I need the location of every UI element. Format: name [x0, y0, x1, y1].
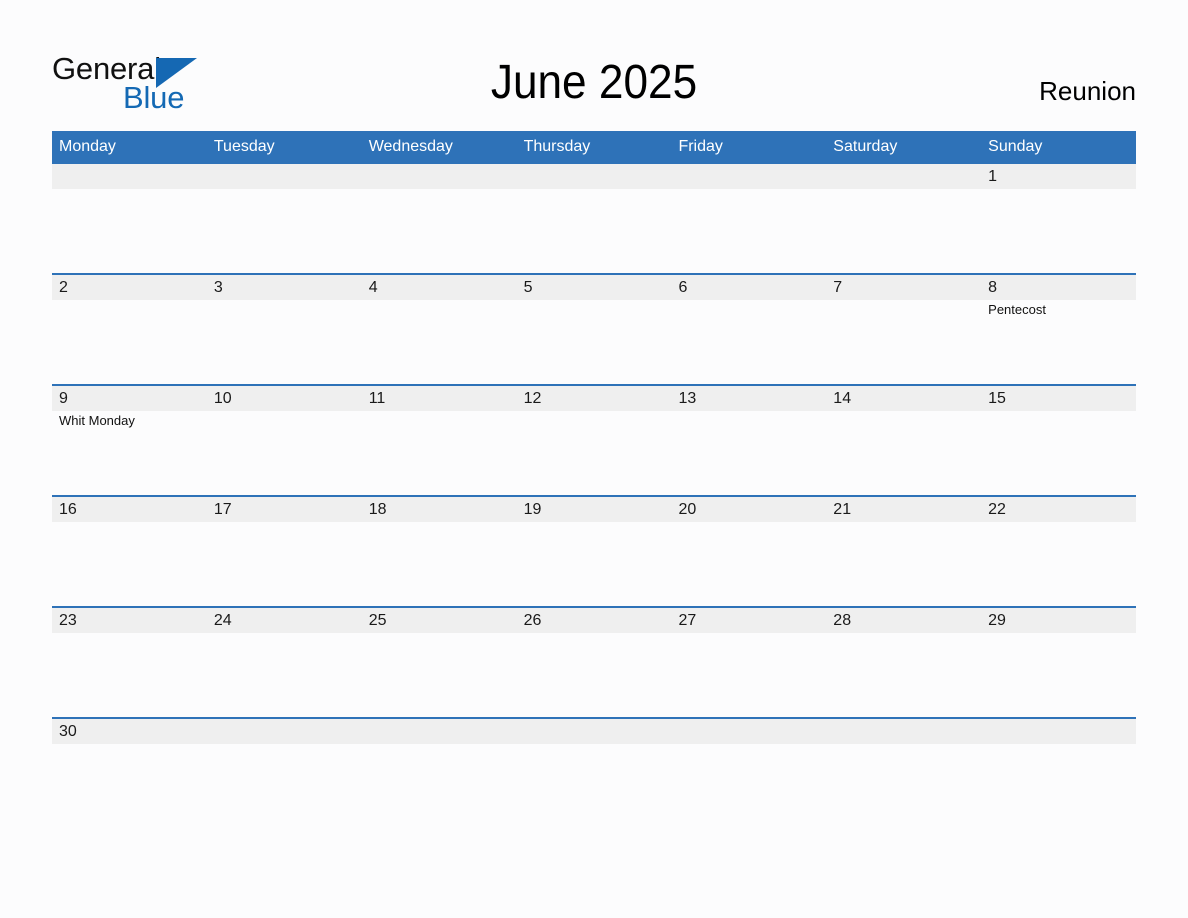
day-number: 4 — [368, 279, 378, 296]
day-number: 17 — [213, 501, 232, 518]
calendar-grid: Monday Tuesday Wednesday Thursday Friday… — [52, 131, 1136, 828]
day-event: Whit Monday — [59, 413, 135, 428]
day-number: 27 — [678, 612, 697, 629]
weekday-header-saturday: Saturday — [833, 138, 898, 155]
day-number: 8 — [988, 279, 998, 296]
day-number: 30 — [59, 723, 77, 740]
day-number: 5 — [523, 279, 533, 296]
day-cell[interactable] — [826, 719, 981, 828]
day-number: 7 — [833, 279, 843, 296]
day-cell[interactable] — [207, 719, 362, 828]
day-cell[interactable]: 26 — [517, 608, 672, 717]
week-cells: 23 24 25 26 27 28 29 — [52, 608, 1136, 717]
day-number: 13 — [678, 390, 697, 407]
day-cell[interactable]: 20 — [671, 497, 826, 606]
day-cell[interactable]: 7 — [826, 275, 981, 384]
page-title: June 2025 — [490, 56, 698, 109]
week-row: 9 Whit Monday 10 11 12 13 14 15 — [52, 384, 1136, 495]
day-cell[interactable] — [207, 164, 362, 273]
day-number: 15 — [988, 390, 1006, 407]
day-number: 12 — [523, 390, 542, 407]
day-cell[interactable]: 15 — [981, 386, 1136, 495]
weekday-header-wednesday: Wednesday — [368, 138, 453, 155]
calendar-page: General Blue June 2025 Reunion Monday Tu… — [0, 0, 1188, 918]
day-cell[interactable] — [517, 164, 672, 273]
day-cell[interactable]: 17 — [207, 497, 362, 606]
weekday-header-sunday: Sunday — [988, 138, 1043, 155]
day-cell[interactable]: 2 — [52, 275, 207, 384]
day-number: 3 — [213, 279, 223, 296]
day-cell[interactable] — [517, 719, 672, 828]
week-row: 30 — [52, 717, 1136, 828]
day-number: 20 — [678, 501, 697, 518]
day-cell[interactable]: 21 — [826, 497, 981, 606]
region-label: Reunion — [1039, 76, 1136, 106]
week-cells: 9 Whit Monday 10 11 12 13 14 15 — [52, 386, 1136, 495]
day-cell[interactable]: 12 — [517, 386, 672, 495]
day-number: 14 — [833, 390, 852, 407]
week-row: 2 3 4 5 6 7 8 Pentecost — [52, 273, 1136, 384]
day-number: 6 — [678, 279, 688, 296]
day-cell[interactable]: 10 — [207, 386, 362, 495]
weekday-header-thursday: Thursday — [523, 138, 591, 155]
week-cells: 16 17 18 19 20 21 22 — [52, 497, 1136, 606]
day-cell[interactable]: 27 — [671, 608, 826, 717]
day-cell[interactable] — [981, 719, 1136, 828]
day-cell[interactable] — [362, 164, 517, 273]
day-number: 18 — [368, 501, 387, 518]
day-number: 19 — [523, 501, 542, 518]
day-cell[interactable]: 25 — [362, 608, 517, 717]
week-cells: 30 — [52, 719, 1136, 828]
day-number: 11 — [368, 390, 386, 407]
day-cell[interactable] — [671, 719, 826, 828]
day-cell[interactable]: 22 — [981, 497, 1136, 606]
day-cell[interactable]: 14 — [826, 386, 981, 495]
day-cell[interactable]: 23 — [52, 608, 207, 717]
day-number: 16 — [59, 501, 77, 518]
day-cell[interactable]: 24 — [207, 608, 362, 717]
day-cell[interactable]: 18 — [362, 497, 517, 606]
day-cell[interactable]: 6 — [671, 275, 826, 384]
day-cell[interactable]: 30 — [52, 719, 207, 828]
day-cell[interactable] — [362, 719, 517, 828]
day-number: 23 — [59, 612, 77, 629]
day-cell[interactable]: 8 Pentecost — [981, 275, 1136, 384]
day-cell[interactable]: 11 — [362, 386, 517, 495]
weekday-header-tuesday: Tuesday — [213, 138, 275, 155]
day-cell[interactable] — [52, 164, 207, 273]
day-cell[interactable]: 13 — [671, 386, 826, 495]
day-number: 25 — [368, 612, 387, 629]
day-number: 29 — [988, 612, 1006, 629]
day-cell[interactable]: 3 — [207, 275, 362, 384]
week-cells: 2 3 4 5 6 7 8 Pentecost — [52, 275, 1136, 384]
week-row: 23 24 25 26 27 28 29 — [52, 606, 1136, 717]
day-cell[interactable]: 4 — [362, 275, 517, 384]
day-cell[interactable] — [671, 164, 826, 273]
day-number: 1 — [988, 168, 998, 185]
day-cell[interactable]: 16 — [52, 497, 207, 606]
day-number: 22 — [988, 501, 1006, 518]
day-number: 2 — [59, 279, 68, 296]
day-cell[interactable]: 5 — [517, 275, 672, 384]
page-header: General Blue June 2025 Reunion — [0, 0, 1188, 131]
week-row: 16 17 18 19 20 21 22 — [52, 495, 1136, 606]
day-event: Pentecost — [988, 302, 1046, 317]
day-cell[interactable]: 1 — [981, 164, 1136, 273]
day-cell[interactable] — [826, 164, 981, 273]
week-cells: 1 — [52, 164, 1136, 273]
weekday-header-monday: Monday — [59, 138, 116, 155]
day-number: 10 — [213, 390, 232, 407]
day-number: 24 — [213, 612, 232, 629]
day-number: 28 — [833, 612, 852, 629]
weekday-header-row: Monday Tuesday Wednesday Thursday Friday… — [52, 131, 1136, 162]
day-cell[interactable]: 19 — [517, 497, 672, 606]
week-row: 1 — [52, 162, 1136, 273]
day-number: 26 — [523, 612, 542, 629]
day-number: 21 — [833, 501, 852, 518]
day-cell[interactable]: 29 — [981, 608, 1136, 717]
weekday-header-friday: Friday — [678, 138, 723, 155]
day-number: 9 — [59, 390, 68, 407]
day-cell[interactable]: 9 Whit Monday — [52, 386, 207, 495]
day-cell[interactable]: 28 — [826, 608, 981, 717]
